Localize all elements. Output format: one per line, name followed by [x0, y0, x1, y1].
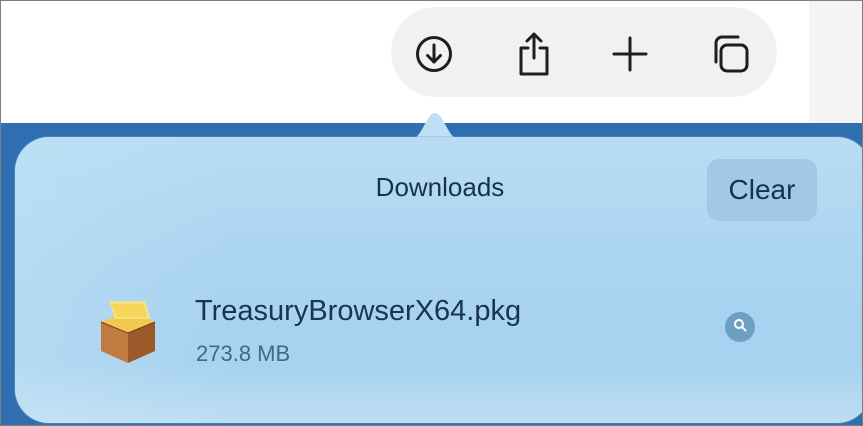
download-item[interactable]: TreasuryBrowserX64.pkg 273.8 MB: [85, 285, 785, 375]
window-background: [809, 1, 862, 123]
clear-button[interactable]: Clear: [707, 159, 817, 221]
download-file-size: 273.8 MB: [196, 341, 291, 366]
browser-window: Downloads Clear TreasuryBrowserX64.pkg 2…: [0, 0, 863, 426]
share-button[interactable]: [507, 27, 561, 81]
download-circle-icon: [414, 34, 454, 74]
tabs-icon: [708, 32, 752, 76]
download-file-name: TreasuryBrowserX64.pkg: [195, 295, 522, 327]
downloads-popover: Downloads Clear TreasuryBrowserX64.pkg 2…: [15, 137, 862, 423]
plus-icon: [610, 34, 650, 74]
magnifier-icon: [732, 317, 748, 338]
share-icon: [514, 30, 554, 78]
toolbar-button-group: [391, 7, 777, 97]
show-in-finder-button[interactable]: [725, 312, 755, 342]
downloads-button[interactable]: [407, 27, 461, 81]
tab-overview-button[interactable]: [703, 27, 757, 81]
package-icon: [99, 295, 157, 365]
new-tab-button[interactable]: [603, 27, 657, 81]
